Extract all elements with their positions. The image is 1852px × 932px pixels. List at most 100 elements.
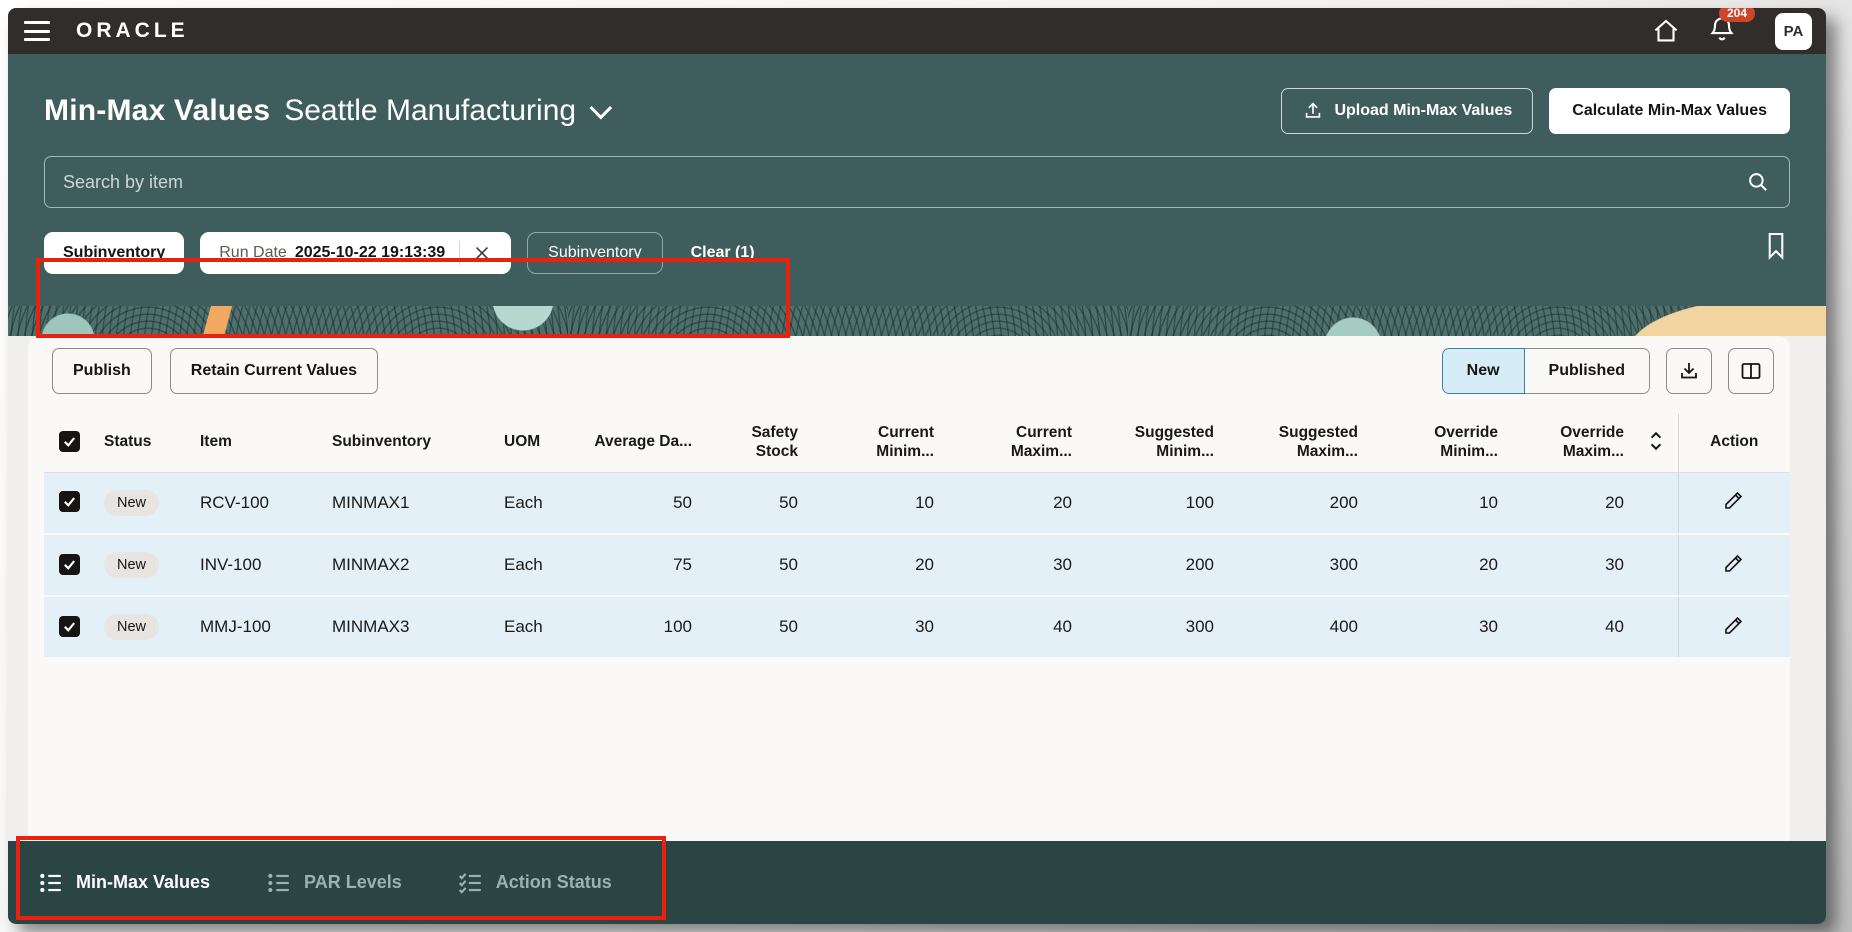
minmax-table: Status Item Subinventory UOM Average Da.… [44, 414, 1790, 659]
cell-safety-stock: 50 [702, 534, 808, 596]
org-selector[interactable]: Seattle Manufacturing [284, 94, 606, 128]
cell-suggested-max: 400 [1224, 596, 1368, 658]
user-avatar[interactable]: PA [1775, 13, 1812, 50]
toggle-published[interactable]: Published [1525, 348, 1650, 394]
col-current-min[interactable]: Current Minim... [808, 414, 944, 472]
app-window: ORACLE 204 [8, 8, 1826, 924]
status-badge: New [104, 490, 159, 516]
cell-safety-stock: 50 [702, 472, 808, 534]
col-suggested-max[interactable]: Suggested Maxim... [1224, 414, 1368, 472]
checklist-icon [458, 870, 484, 896]
edit-row-button[interactable] [1722, 613, 1746, 637]
run-date-value: 2025-10-22 19:13:39 [295, 244, 445, 262]
filter-chip-run-date[interactable]: Run Date 2025-10-22 19:13:39 [200, 232, 511, 274]
col-average-daily[interactable]: Average Da... [584, 414, 702, 472]
cell-subinventory: MINMAX2 [322, 534, 494, 596]
row-checkbox[interactable] [59, 491, 80, 512]
search-icon[interactable] [1745, 169, 1771, 195]
col-uom[interactable]: UOM [494, 414, 584, 472]
cell-current-max: 40 [944, 596, 1082, 658]
sort-button[interactable] [1647, 428, 1665, 454]
sort-icon [1649, 430, 1663, 452]
cell-suggested-max: 200 [1224, 472, 1368, 534]
hamburger-menu-icon[interactable] [24, 21, 50, 41]
bookmark-icon [1762, 230, 1790, 262]
org-selector-label: Seattle Manufacturing [284, 94, 576, 128]
bookmark-button[interactable] [1762, 230, 1790, 262]
cell-uom: Each [494, 472, 584, 534]
edit-row-button[interactable] [1722, 488, 1746, 512]
search-input[interactable] [63, 172, 1745, 193]
tab-par-levels[interactable]: PAR Levels [266, 870, 402, 896]
decorative-pattern-band [8, 306, 1826, 336]
page-title: Min-Max Values [44, 94, 270, 128]
remove-run-date-filter-icon[interactable] [472, 243, 492, 263]
edit-row-button[interactable] [1722, 551, 1746, 575]
col-status[interactable]: Status [94, 414, 190, 472]
retain-current-values-button[interactable]: Retain Current Values [170, 348, 378, 394]
col-item[interactable]: Item [190, 414, 322, 472]
notification-count-badge: 204 [1719, 8, 1755, 22]
cell-override-max: 40 [1508, 596, 1634, 658]
pencil-icon [1722, 613, 1746, 637]
download-button[interactable] [1666, 348, 1712, 394]
cell-current-min: 10 [808, 472, 944, 534]
split-view-button[interactable] [1728, 348, 1774, 394]
pencil-icon [1722, 551, 1746, 575]
run-date-label: Run Date [219, 244, 287, 262]
card-toolbar: Publish Retain Current Values New Publis… [28, 336, 1790, 408]
row-checkbox[interactable] [59, 616, 80, 637]
clear-filters-link[interactable]: Clear (1) [691, 244, 755, 262]
new-published-toggle: New Published [1442, 348, 1650, 394]
filter-chip-subinventory-ghost[interactable]: Subinventory [527, 232, 662, 274]
tab-min-max-values[interactable]: Min-Max Values [38, 870, 210, 896]
calculate-minmax-button[interactable]: Calculate Min-Max Values [1549, 88, 1790, 134]
col-safety-stock[interactable]: Safety Stock [702, 414, 808, 472]
status-badge: New [104, 552, 159, 578]
cell-suggested-min: 200 [1082, 534, 1224, 596]
col-subinventory[interactable]: Subinventory [322, 414, 494, 472]
table-row[interactable]: New RCV-100 MINMAX1 Each 50 50 10 20 100… [44, 472, 1790, 534]
cell-safety-stock: 50 [702, 596, 808, 658]
cell-override-max: 20 [1508, 472, 1634, 534]
filter-chip-subinventory[interactable]: Subinventory [44, 232, 184, 274]
cell-subinventory: MINMAX1 [322, 472, 494, 534]
pencil-icon [1722, 488, 1746, 512]
cell-item: INV-100 [190, 534, 322, 596]
cell-suggested-min: 300 [1082, 596, 1224, 658]
cell-current-min: 30 [808, 596, 944, 658]
list-icon [266, 870, 292, 896]
cell-override-min: 20 [1368, 534, 1508, 596]
oracle-logo: ORACLE [76, 19, 189, 43]
cell-current-max: 20 [944, 472, 1082, 534]
cell-suggested-min: 100 [1082, 472, 1224, 534]
col-override-max[interactable]: Override Maxim... [1508, 414, 1634, 472]
col-suggested-min[interactable]: Suggested Minim... [1082, 414, 1224, 472]
filter-row: Subinventory Run Date 2025-10-22 19:13:3… [44, 232, 1790, 274]
tab-action-status[interactable]: Action Status [458, 870, 612, 896]
results-card: Publish Retain Current Values New Publis… [28, 336, 1790, 841]
split-columns-icon [1739, 359, 1763, 383]
cell-uom: Each [494, 534, 584, 596]
home-button[interactable] [1651, 16, 1681, 46]
cell-current-max: 30 [944, 534, 1082, 596]
table-row[interactable]: New MMJ-100 MINMAX3 Each 100 50 30 40 30… [44, 596, 1790, 658]
row-checkbox[interactable] [59, 554, 80, 575]
select-all-checkbox[interactable] [59, 431, 80, 452]
table-row[interactable]: New INV-100 MINMAX2 Each 75 50 20 30 200… [44, 534, 1790, 596]
cell-suggested-max: 300 [1224, 534, 1368, 596]
cell-item: MMJ-100 [190, 596, 322, 658]
toggle-new[interactable]: New [1442, 348, 1525, 394]
col-current-max[interactable]: Current Maxim... [944, 414, 1082, 472]
home-icon [1651, 16, 1681, 46]
search-bar [44, 156, 1790, 208]
page-header: Min-Max Values Seattle Manufacturing Upl… [8, 54, 1826, 306]
download-icon [1677, 359, 1701, 383]
publish-button[interactable]: Publish [52, 348, 152, 394]
col-action: Action [1678, 414, 1790, 472]
cell-average-daily: 100 [584, 596, 702, 658]
upload-minmax-button[interactable]: Upload Min-Max Values [1281, 88, 1533, 134]
cell-override-min: 30 [1368, 596, 1508, 658]
cell-average-daily: 75 [584, 534, 702, 596]
col-override-min[interactable]: Override Minim... [1368, 414, 1508, 472]
